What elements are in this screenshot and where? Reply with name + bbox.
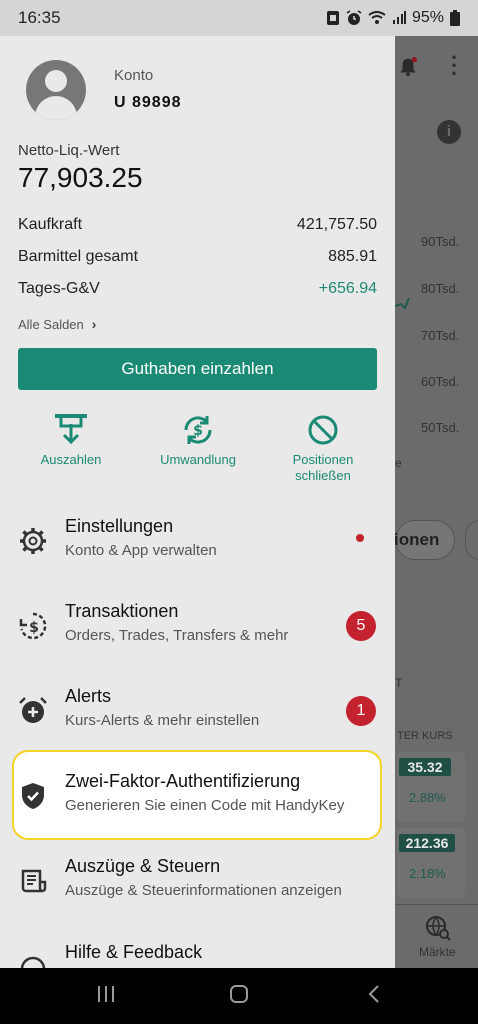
balance-value: 885.91 [328,248,377,265]
filter-chip[interactable] [465,520,478,560]
chevron-right-icon: › [91,316,97,332]
all-balances-link[interactable]: Alle Salden › [18,316,96,332]
withdraw-action[interactable]: Auszahlen [16,412,126,468]
daily-pnl-value: +656.94 [318,280,377,297]
balance-row: Barmittel gesamt 885.91 [18,248,377,266]
alarm-add-icon [19,697,47,723]
balance-label: Barmittel gesamt [18,248,139,265]
chart-tick: 70Tsd. [421,328,460,343]
balance-value: 421,757.50 [296,216,377,233]
close-positions-label: schließen [295,468,351,483]
menu-item-title: Auszüge & Steuern [65,856,221,876]
signal-icon [392,11,406,24]
change-percent: 2.88% [409,790,446,805]
home-icon[interactable] [229,984,249,1004]
status-icons: 95% [326,9,460,27]
deposit-button[interactable]: Guthaben einzahlen [18,348,377,390]
menu-item-statements[interactable]: Auszüge & Steuern Auszüge & Steuerinform… [0,846,395,916]
withdraw-icon [55,414,87,445]
bell-icon[interactable] [397,56,419,78]
menu-item-subtitle: Kurs-Alerts & mehr einstellen [65,712,260,729]
wifi-icon [368,11,386,24]
bg-text: T [395,676,403,690]
avatar[interactable] [26,60,86,120]
net-liquidation-label: Netto-Liq.-Wert [18,142,120,159]
account-id: U 89898 [114,94,182,111]
close-positions-action[interactable]: Positionen schließen [268,412,378,484]
currency-exchange-icon: $ [184,416,212,444]
transactions-icon: $ [19,612,47,640]
globe-search-icon [426,916,451,941]
column-header: TER KURS [397,730,453,742]
battery-percent: 95% [411,9,444,26]
navigation-drawer: Konto U 89898 Netto-Liq.-Wert 77,903.25 … [0,36,395,968]
chart-tick: 80Tsd. [421,281,460,296]
chart-tick: 90Tsd. [421,234,460,249]
change-percent: 2.18% [409,866,446,881]
menu-item-title: Transaktionen [65,601,179,621]
menu-item-subtitle: Generieren Sie einen Code mit HandyKey [65,797,345,814]
quote-card[interactable]: 35.32 2.88% [397,752,465,822]
menu-item-help[interactable]: Hilfe & Feedback [0,932,395,968]
count-badge: 1 [346,696,376,726]
price-badge: 35.32 [399,758,451,776]
bottom-tab-label: Märkte [419,945,456,959]
convert-action[interactable]: $ Umwandlung [143,412,253,468]
balance-row: Tages-G&V +656.94 [18,280,377,298]
menu-item-subtitle: Konto & App verwalten [65,542,217,559]
quote-card[interactable]: 212.36 2.18% [397,828,465,898]
chart-line [395,297,410,310]
account-label: Konto [114,67,154,84]
svg-text:$: $ [29,620,39,636]
system-navigation-bar [0,968,478,1024]
shield-check-icon [22,783,44,809]
alarm-icon [346,10,362,25]
bottom-tab-maerkte[interactable]: Märkte [395,904,478,968]
recent-apps-icon[interactable] [96,984,116,1004]
menu-item-title: Hilfe & Feedback [65,942,203,962]
balance-label: Kaufkraft [18,216,83,233]
menu-item-transactions[interactable]: $ Transaktionen Orders, Trades, Transfer… [0,591,395,661]
notification-dot [356,534,364,542]
statement-icon [21,869,47,893]
menu-item-title: Alerts [65,686,112,706]
menu-item-title: Einstellungen [65,516,174,536]
menu-item-two-factor[interactable]: Zwei-Faktor-Authentifizierung Generieren… [0,761,395,831]
count-badge: 5 [346,611,376,641]
status-time: 16:35 [18,8,61,27]
mute-icon [326,11,339,25]
block-icon [308,415,338,445]
menu-item-title: Zwei-Faktor-Authentifizierung [65,771,301,791]
background-app: · · · i 90Tsd. 80Tsd. 70Tsd. 60Tsd. 50Tsd.… [395,36,478,968]
gear-icon [20,528,46,554]
info-icon[interactable]: i [437,120,461,144]
bg-text: e [395,456,402,470]
withdraw-label: Auszahlen [40,452,102,467]
menu-item-alerts[interactable]: Alerts Kurs-Alerts & mehr einstellen 1 [0,676,395,746]
status-bar: 16:35 95% [0,0,478,36]
chart-tick: 60Tsd. [421,374,460,389]
net-liquidation-value: 77,903.25 [18,162,143,193]
balance-label: Tages-G&V [18,280,100,297]
overflow-menu-icon[interactable]: · · · [451,47,458,85]
svg-text:$: $ [193,423,203,439]
balance-row: Kaufkraft 421,757.50 [18,216,377,234]
price-badge: 212.36 [399,834,455,852]
close-positions-label: Positionen [292,452,354,467]
convert-label: Umwandlung [160,452,236,467]
all-balances-label: Alle Salden [18,316,84,332]
filter-chip[interactable]: ionen [395,520,455,560]
menu-item-subtitle: Orders, Trades, Transfers & mehr [65,627,289,644]
menu-item-settings[interactable]: Einstellungen Konto & App verwalten [0,506,395,576]
menu-item-subtitle: Auszüge & Steuerinformationen anzeigen [65,882,342,899]
back-icon[interactable] [366,984,382,1004]
filter-chip-label: ionen [395,530,440,549]
chart-tick: 50Tsd. [421,420,460,435]
help-icon [20,956,46,968]
battery-icon [450,10,460,26]
